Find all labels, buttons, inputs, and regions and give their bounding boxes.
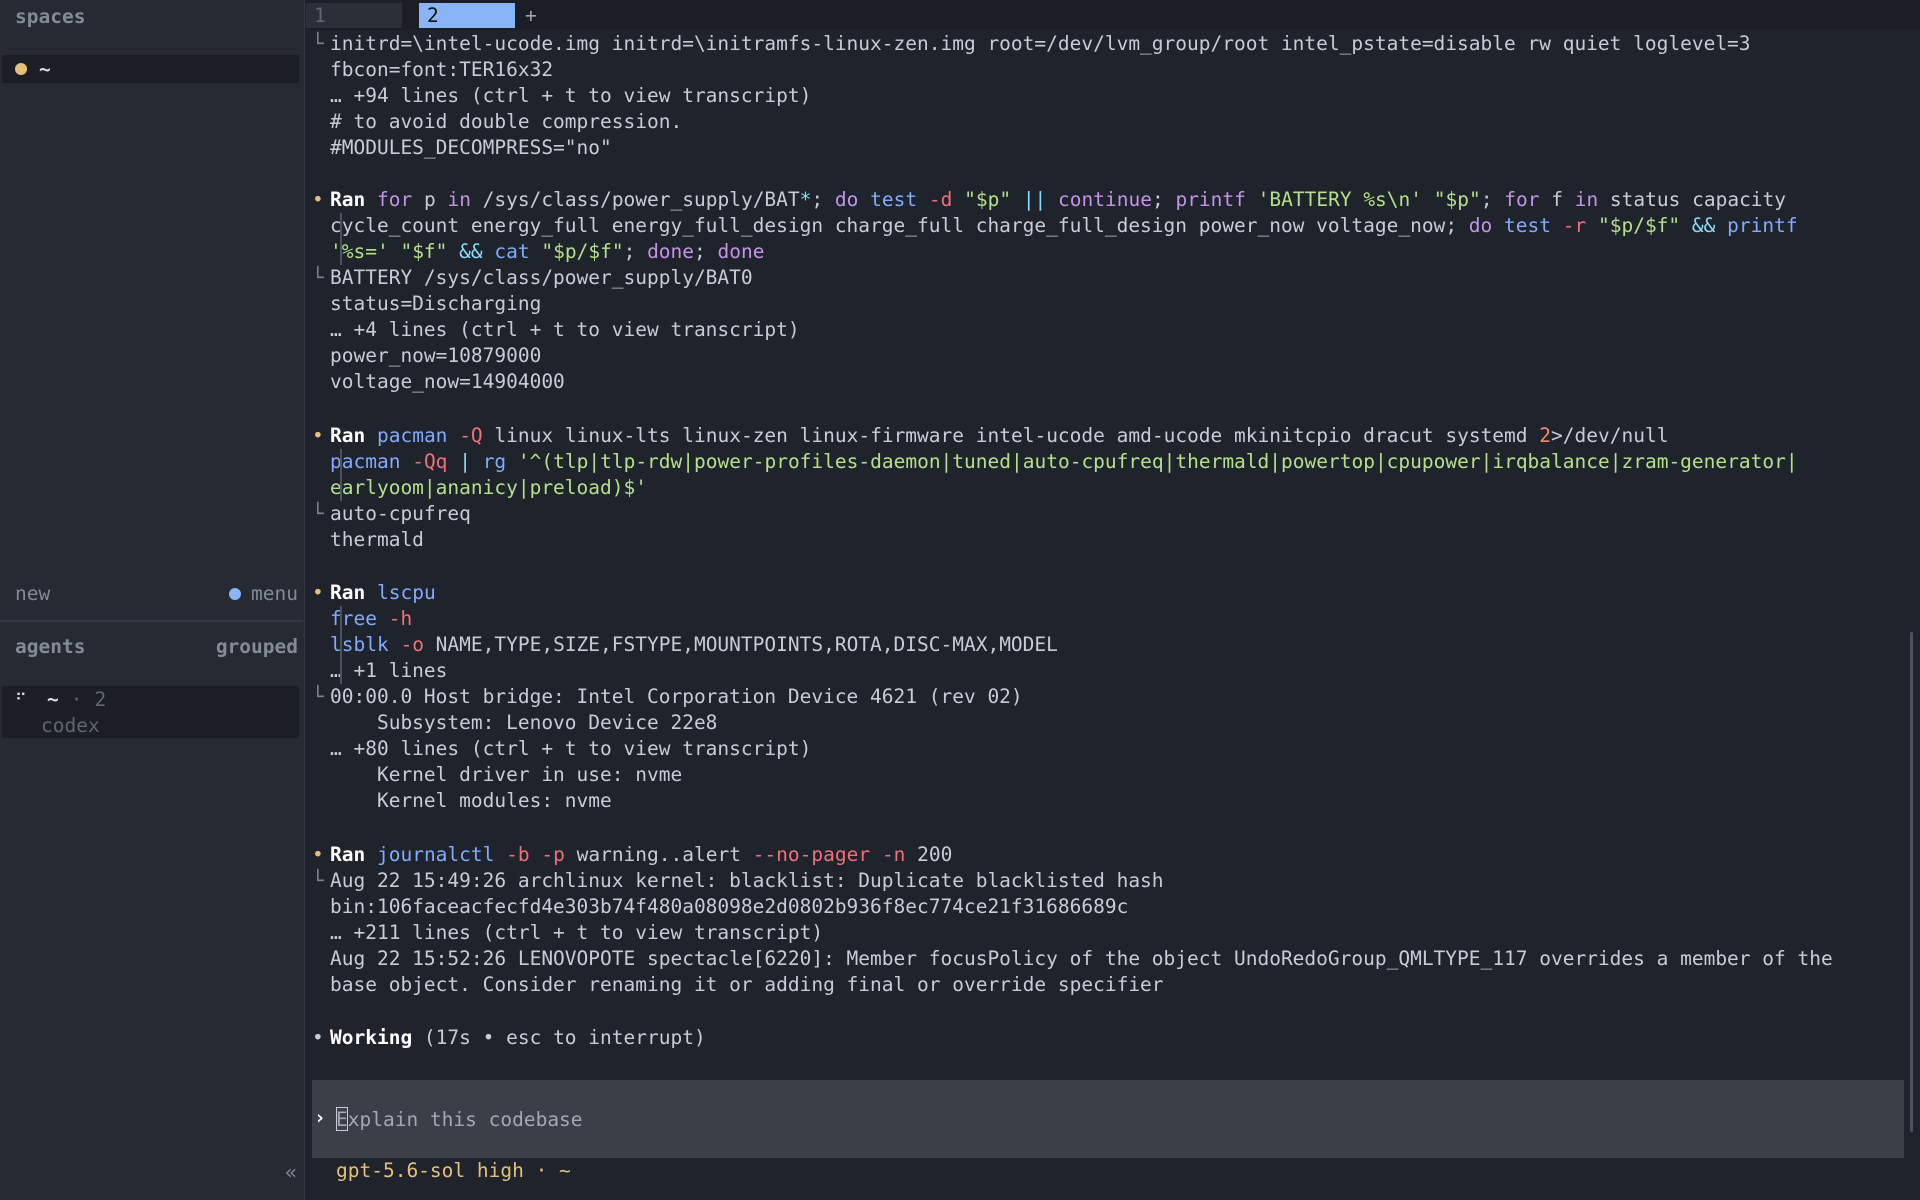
output-line: … +94 lines (ctrl + t to view transcript… [330,84,812,107]
space-status-dot-icon [15,63,27,75]
command-line: free -h [306,606,412,632]
space-item-home[interactable]: ~ [2,55,299,83]
text-cursor [336,1107,348,1131]
output-line: └ 00:00.0 Host bridge: Intel Corporation … [312,685,1023,708]
output-line: fbcon=font:TER16x32 [330,58,554,81]
command-line: earlyoom|ananicy|preload)$' [306,475,647,501]
agent-separator: · [70,688,83,711]
command-line: • Ran lscpu [312,581,436,604]
prompt-box[interactable]: › [312,1080,1904,1158]
sidebar-divider [0,620,303,622]
output-line: └ Aug 22 15:49:26 archlinux kernel: black… [312,869,1164,892]
command-line: • Ran for p in /sys/class/power_supply/BA… [312,188,1787,211]
agent-kind: codex [41,714,100,737]
command-line: '%s=' "$f" && cat "$p/$f"; done; done [306,239,764,265]
output-line: Kernel modules: nvme [330,789,612,812]
output-line: #MODULES_DECOMPRESS="no" [330,136,612,159]
output-line: … +211 lines (ctrl + t to view transcrip… [330,921,824,944]
new-space-button[interactable]: new [15,582,50,605]
output-line: voltage_now=14904000 [330,370,565,393]
prompt-input[interactable] [336,1106,1836,1132]
sidebar: spaces ~ new menu agents grouped ⠋ ~ · 2… [0,0,305,1200]
agent-count: 2 [94,688,107,711]
tab-bar: 1 2 + [306,0,1920,30]
output-line: Aug 22 15:52:26 LENOVOPOTE spectacle[622… [330,947,1833,970]
prompt-chevron-icon: › [314,1106,326,1129]
space-name: ~ [39,57,51,81]
output-line: # to avoid double compression. [330,110,683,133]
tab-2[interactable]: 2 [419,3,515,28]
agent-spinner-icon: ⠋ [15,690,27,709]
grouped-toggle[interactable]: grouped [216,635,298,658]
output-line: thermald [330,528,424,551]
command-line: … +1 lines [306,658,447,684]
agent-card[interactable]: ⠋ ~ · 2 codex [2,686,299,738]
output-line: power_now=10879000 [330,344,542,367]
command-line: pacman -Qq | rg '^(tlp|tlp-rdw|power-pro… [306,449,1798,475]
command-line: lsblk -o NAME,TYPE,SIZE,FSTYPE,MOUNTPOIN… [306,632,1058,658]
add-tab-button[interactable]: + [525,3,537,28]
output-line: … +4 lines (ctrl + t to view transcript) [330,318,800,341]
app-root: spaces ~ new menu agents grouped ⠋ ~ · 2… [0,0,1920,1200]
command-line: • Ran journalctl -b -p warning..alert --n… [312,843,953,866]
tab-1[interactable]: 1 [306,3,402,28]
output-line: Kernel driver in use: nvme [330,763,683,786]
menu-dot-icon [229,587,242,600]
menu-button[interactable]: menu [229,582,298,605]
agent-space: ~ [47,688,59,711]
output-line: └ initrd=\intel-ucode.img initrd=\initram… [312,32,1751,55]
command-line: cycle_count energy_full energy_full_desi… [306,213,1798,239]
model-status: gpt-5.6-sol high · ~ [336,1159,571,1182]
output-line: Subsystem: Lenovo Device 22e8 [330,711,718,734]
command-line: • Ran pacman -Q linux linux-lts linux-zen… [312,424,1669,447]
output-line: status=Discharging [330,292,542,315]
output-line: bin:106faceacfecfd4e303b74f480a08098e2d0… [330,895,1129,918]
agents-heading: agents [15,635,86,658]
terminal-output: └ initrd=\intel-ucode.img initrd=\initram… [306,30,1906,1110]
output-line: └ BATTERY /sys/class/power_supply/BAT0 [312,266,753,289]
output-line: base object. Consider renaming it or add… [330,973,1164,996]
working-status: • Working (17s • esc to interrupt) [312,1026,706,1049]
spaces-heading: spaces [15,5,86,28]
output-line: … +80 lines (ctrl + t to view transcript… [330,737,812,760]
scrollbar-thumb[interactable] [1910,632,1913,1132]
collapse-sidebar-icon[interactable]: « [285,1160,297,1184]
output-line: └ auto-cpufreq [312,502,471,525]
menu-label: menu [251,582,298,605]
